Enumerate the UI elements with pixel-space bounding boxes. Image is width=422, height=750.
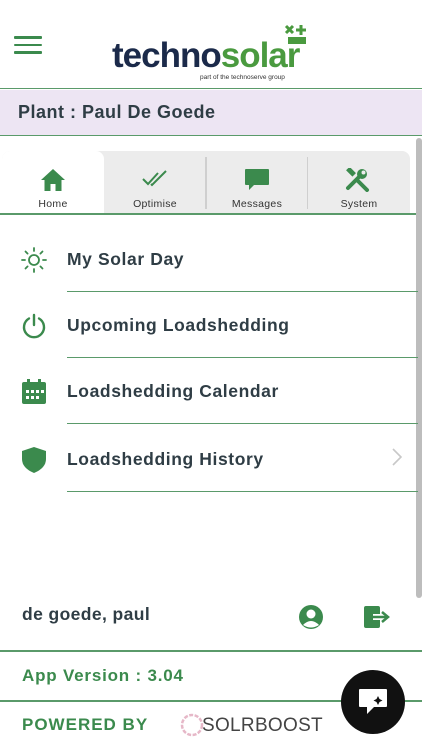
tab-divider: [0, 213, 418, 215]
menu-label: Upcoming Loadshedding: [67, 315, 290, 335]
menu-item-my-solar-day[interactable]: My Solar Day: [0, 226, 418, 292]
menu-label: My Solar Day: [67, 249, 185, 269]
chat-icon: [359, 689, 387, 714]
sun-icon: [21, 247, 47, 273]
app-version: App Version : 3.04: [22, 666, 184, 685]
power-icon: [22, 313, 46, 339]
solrboost-logo-icon: [180, 713, 204, 737]
user-name: de goede, paul: [22, 604, 151, 624]
tab-label-optimise: Optimise: [133, 198, 177, 210]
menu-label: Loadshedding History: [67, 449, 264, 469]
tab-label-home: Home: [38, 198, 68, 210]
message-icon: [245, 169, 269, 190]
chat-button[interactable]: [341, 670, 405, 734]
brand-subtitle: part of the technoserve group: [200, 74, 285, 81]
calendar-icon: [22, 379, 46, 404]
tab-messages[interactable]: Messages: [206, 151, 308, 213]
tools-icon: [346, 168, 369, 192]
powered-by-label: POWERED BY: [22, 715, 149, 734]
tab-system[interactable]: System: [308, 151, 410, 213]
shield-icon: [22, 447, 46, 473]
chevron-right-icon: [392, 448, 402, 466]
user-row: de goede, paul: [0, 596, 422, 650]
technosolar-logo: technosolar part of the technoserve grou…: [112, 24, 312, 84]
menu-item-loadshedding-history[interactable]: Loadshedding History: [0, 426, 418, 492]
logout-icon[interactable]: [363, 604, 391, 630]
plant-label: Plant : Paul De Goede: [18, 102, 216, 122]
hamburger-menu-icon[interactable]: [14, 36, 42, 56]
double-check-icon: [142, 170, 167, 187]
menu-label: Loadshedding Calendar: [67, 381, 279, 401]
user-profile-icon[interactable]: [298, 604, 324, 630]
footer-divider: [0, 650, 422, 652]
menu-item-loadshedding-calendar[interactable]: Loadshedding Calendar: [0, 358, 418, 424]
solrboost-brand: SOLRBOOST: [202, 715, 323, 736]
tab-label-messages: Messages: [231, 198, 283, 210]
tab-home[interactable]: Home: [2, 151, 104, 213]
tab-bar: Home Optimise Messages System: [2, 151, 410, 213]
tab-label-system: System: [340, 198, 378, 210]
app-header: technosolar part of the technoserve grou…: [0, 0, 422, 89]
tab-optimise[interactable]: Optimise: [104, 151, 206, 213]
brand-name-part2: solar: [220, 36, 301, 75]
plant-bar: Plant : Paul De Goede: [0, 90, 422, 136]
brand-name: technosolar: [112, 36, 301, 75]
menu-item-upcoming-loadshedding[interactable]: Upcoming Loadshedding: [0, 292, 418, 358]
home-icon: [41, 169, 65, 191]
brand-name-part1: techno: [112, 36, 222, 75]
